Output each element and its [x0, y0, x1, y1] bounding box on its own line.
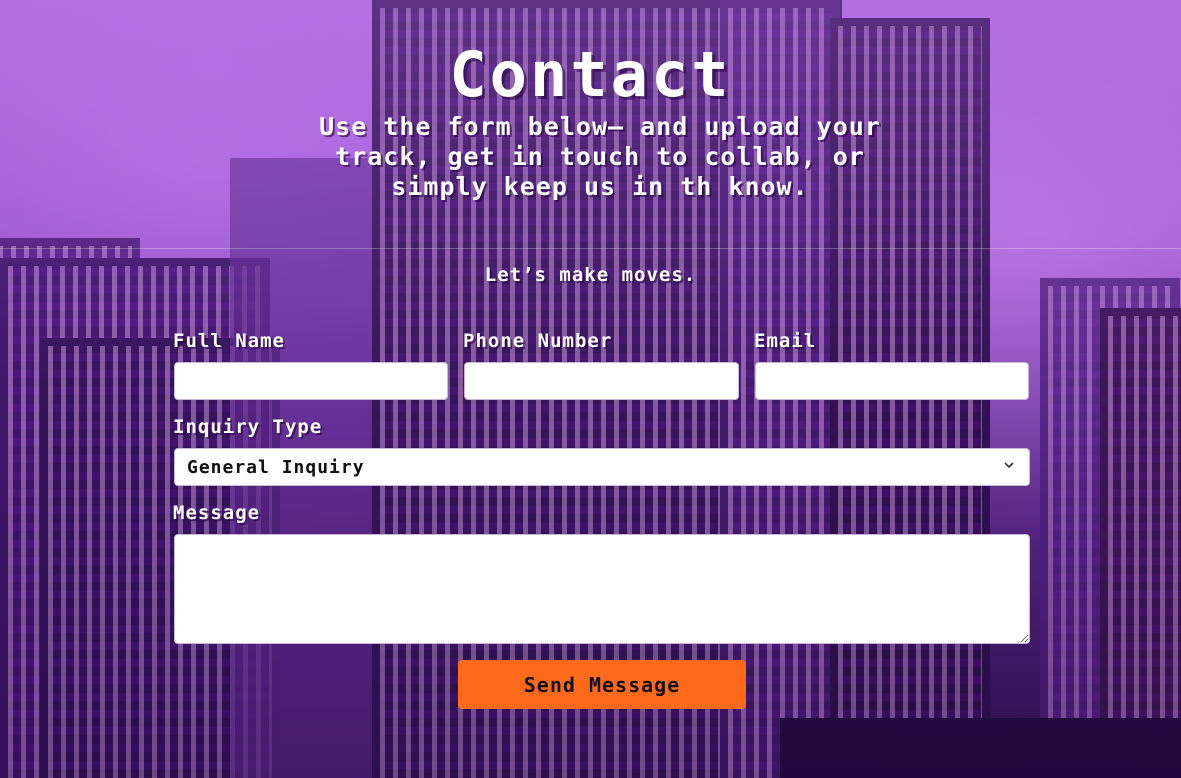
contact-section: Contact Use the form below— and upload y… [0, 0, 1181, 778]
email-label: Email [754, 330, 817, 352]
page-title: Contact [449, 38, 732, 111]
inquiry-type-value: General Inquiry [187, 456, 365, 478]
phone-number-input[interactable] [464, 362, 739, 400]
tagline: Let’s make moves. [484, 264, 697, 286]
phone-number-label: Phone Number [463, 330, 613, 352]
inquiry-type-select[interactable]: General Inquiry [174, 448, 1030, 486]
message-label: Message [173, 502, 261, 524]
email-input[interactable] [755, 362, 1029, 400]
full-name-input[interactable] [174, 362, 448, 400]
message-textarea[interactable] [174, 534, 1030, 644]
page-subtitle: Use the form below— and upload your trac… [319, 112, 881, 201]
chevron-down-icon [1001, 457, 1017, 478]
inquiry-type-label: Inquiry Type [173, 416, 323, 438]
send-message-button[interactable]: Send Message [458, 660, 746, 709]
full-name-label: Full Name [173, 330, 285, 352]
